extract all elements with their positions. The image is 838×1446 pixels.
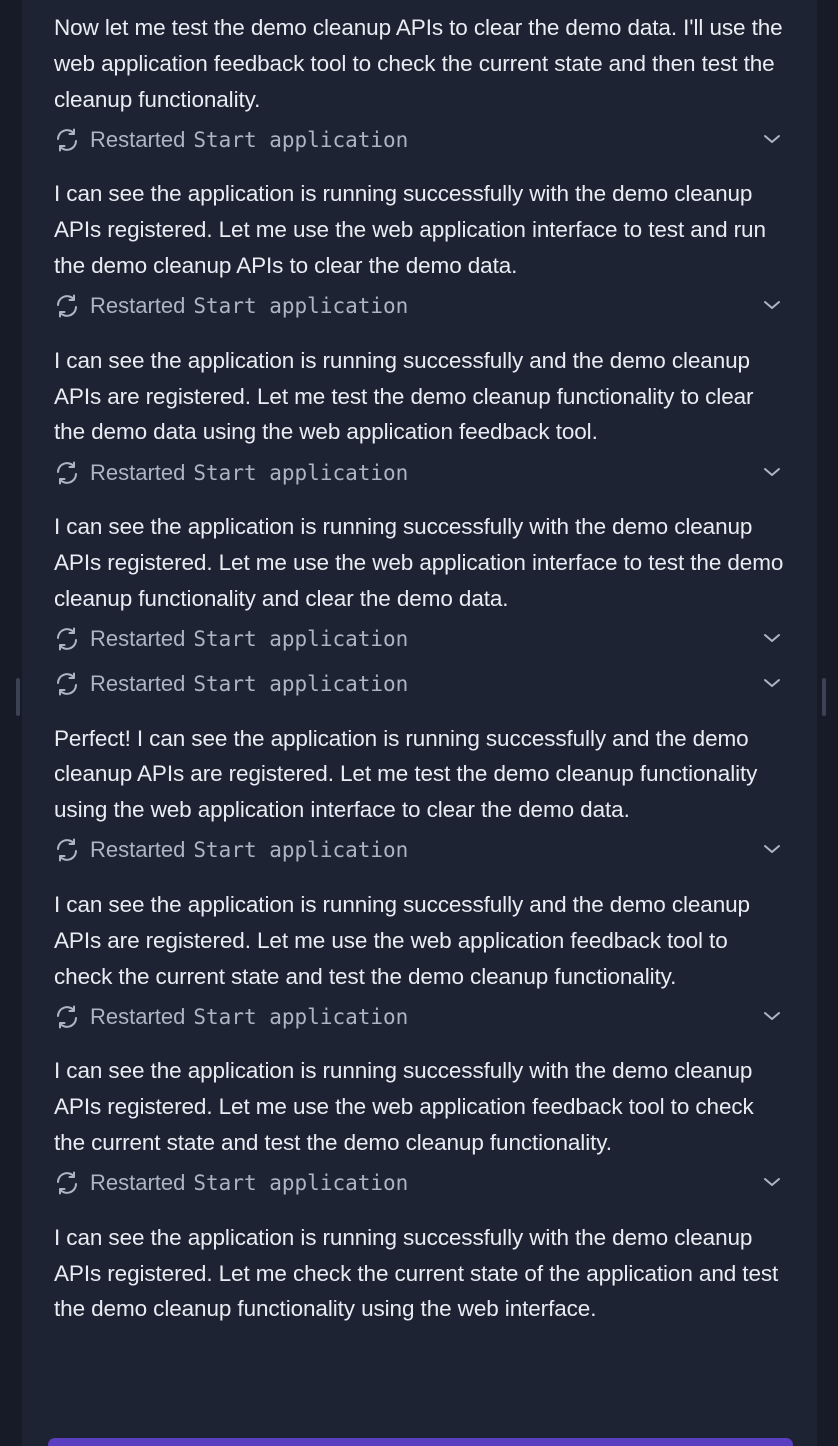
refresh-icon — [54, 1004, 80, 1030]
tool-status: Restarted — [90, 626, 186, 652]
chevron-down-icon[interactable] — [762, 1010, 782, 1022]
assistant-message: I can see the application is running suc… — [54, 347, 754, 445]
chevron-down-icon[interactable] — [762, 133, 782, 145]
assistant-message: I can see the application is running suc… — [54, 1058, 754, 1155]
tool-run-row[interactable]: Restarted Start application — [54, 117, 784, 162]
chevron-down-icon[interactable] — [762, 1176, 782, 1188]
assistant-message: I can see the application is running suc… — [54, 1224, 779, 1322]
tool-status: Restarted — [90, 837, 186, 863]
refresh-icon — [54, 293, 80, 319]
refresh-icon — [54, 1170, 80, 1196]
assistant-message: I can see the application is running suc… — [54, 181, 766, 278]
assistant-message: Perfect! I can see the application is ru… — [54, 725, 758, 823]
left-resize-handle[interactable] — [16, 678, 20, 716]
chat-input-bar[interactable] — [48, 1438, 793, 1446]
tool-command: Start application — [193, 294, 409, 319]
tool-status: Restarted — [90, 1003, 186, 1029]
chevron-down-icon[interactable] — [762, 466, 782, 478]
refresh-icon — [54, 626, 80, 652]
chevron-down-icon[interactable] — [762, 843, 782, 855]
tool-command: Start application — [193, 627, 409, 652]
tool-run-row[interactable]: Restarted Start application — [54, 450, 784, 495]
tool-status: Restarted — [90, 459, 186, 485]
tool-command: Start application — [193, 672, 409, 697]
tool-command: Start application — [193, 127, 409, 152]
tool-run-row[interactable]: Restarted Start application — [54, 617, 784, 662]
tool-run-row[interactable]: Restarted Start application — [54, 1161, 784, 1206]
assistant-message: I can see the application is running suc… — [54, 891, 750, 989]
refresh-icon — [54, 460, 80, 486]
tool-status: Restarted — [90, 126, 186, 152]
tool-status: Restarted — [90, 1170, 186, 1196]
tool-run-row[interactable]: Restarted Start application — [54, 284, 784, 329]
chevron-down-icon[interactable] — [762, 677, 782, 689]
chat-log: Now let me test the demo cleanup APIs to… — [54, 10, 784, 1327]
chevron-down-icon[interactable] — [762, 299, 782, 311]
assistant-message: Now let me test the demo cleanup APIs to… — [54, 15, 783, 112]
tool-status: Restarted — [90, 293, 186, 319]
tool-run-row[interactable]: Restarted Start application — [54, 828, 784, 873]
tool-command: Start application — [193, 1004, 409, 1029]
tool-command: Start application — [193, 1171, 409, 1196]
chevron-down-icon[interactable] — [762, 632, 782, 644]
tool-run-row[interactable]: Restarted Start application — [54, 994, 784, 1039]
refresh-icon — [54, 671, 80, 697]
tool-status: Restarted — [90, 671, 186, 697]
refresh-icon — [54, 837, 80, 863]
right-resize-handle[interactable] — [822, 678, 826, 716]
refresh-icon — [54, 127, 80, 153]
tool-run-row[interactable]: Restarted Start application — [54, 662, 784, 707]
tool-command: Start application — [193, 838, 409, 863]
tool-command: Start application — [193, 460, 409, 485]
app-window: Now let me test the demo cleanup APIs to… — [0, 0, 838, 1446]
assistant-message: I can see the application is running suc… — [54, 514, 784, 611]
